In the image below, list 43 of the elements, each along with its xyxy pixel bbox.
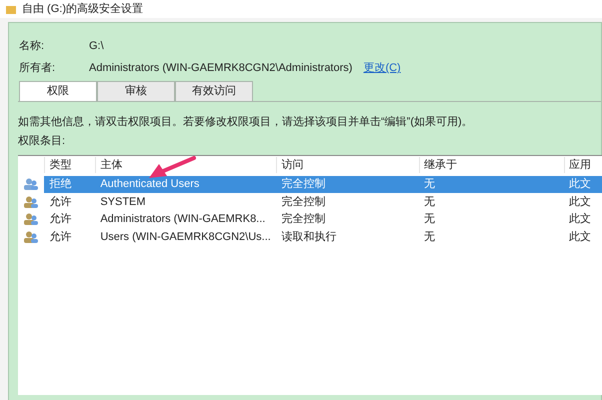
table-cell-text: 无: [423, 194, 436, 210]
table-cell-text: 读取和执行: [280, 230, 338, 244]
table-cell-text: Administrators (WIN-GAEMRK8...: [99, 212, 266, 227]
table-cell-text: 允许: [48, 212, 72, 227]
column-header[interactable]: 继承于: [419, 156, 564, 173]
change-link[interactable]: 更改(C): [363, 60, 401, 77]
table-cell-text: 无: [423, 212, 436, 227]
table-row[interactable]: 允许 Users (WIN-GAEMRK8CGN2\Us... 读取和执行 无 此文: [18, 228, 602, 246]
info-text: 如需其他信息，请双击权限项目。若要修改权限项目，请选择该项目并单击“编辑”(如果可用)。: [18, 114, 474, 130]
table-cell-text: 无: [423, 177, 436, 192]
table-cell-text: 允许: [48, 194, 72, 210]
name-label: 名称:: [19, 38, 46, 54]
table-cell-text: 完全控制: [280, 194, 326, 210]
window-title: 自由 (G:)的高级安全设置: [22, 2, 143, 17]
users-icon: [24, 230, 38, 243]
table-cell-text: 此文: [568, 176, 592, 192]
table-cell-text: 此文: [568, 230, 592, 244]
column-header[interactable]: 类型: [44, 156, 96, 173]
table-cell-text: 允许: [48, 230, 72, 244]
owner-value: Administrators (WIN-GAEMRK8CGN2\Administrators): [89, 61, 352, 76]
tab[interactable]: 权限: [19, 81, 97, 101]
users-icon: [24, 213, 38, 226]
name-value: G:\: [89, 38, 104, 54]
tab[interactable]: 有效访问: [175, 81, 253, 101]
owner-label: 所有者:: [19, 61, 56, 76]
users-icon: [24, 196, 38, 208]
table-row[interactable]: 允许 SYSTEM 完全控制 无 此文: [18, 193, 602, 210]
table-cell-text: 此文: [568, 212, 592, 227]
table-cell-text: 完全控制: [280, 176, 326, 192]
tab[interactable]: 审核: [97, 81, 175, 101]
entries-label: 权限条目:: [18, 134, 66, 149]
folder-icon: [6, 4, 16, 14]
table-cell-text: Users (WIN-GAEMRK8CGN2\Us...: [99, 230, 272, 244]
table-cell-text: 此文: [568, 194, 592, 210]
table-row[interactable]: 允许 Administrators (WIN-GAEMRK8... 完全控制 无 此文: [18, 210, 602, 228]
users-icon: [24, 178, 38, 190]
table-cell-text: 拒绝: [48, 177, 72, 192]
table-cell-text: 完全控制: [280, 212, 326, 227]
column-header[interactable]: 应用: [564, 156, 602, 173]
table-cell-text: 无: [423, 230, 436, 244]
table-cell-text: SYSTEM: [99, 194, 147, 210]
column-header[interactable]: 访问: [276, 156, 420, 173]
table-cell-text: Authenticated Users: [99, 177, 200, 192]
